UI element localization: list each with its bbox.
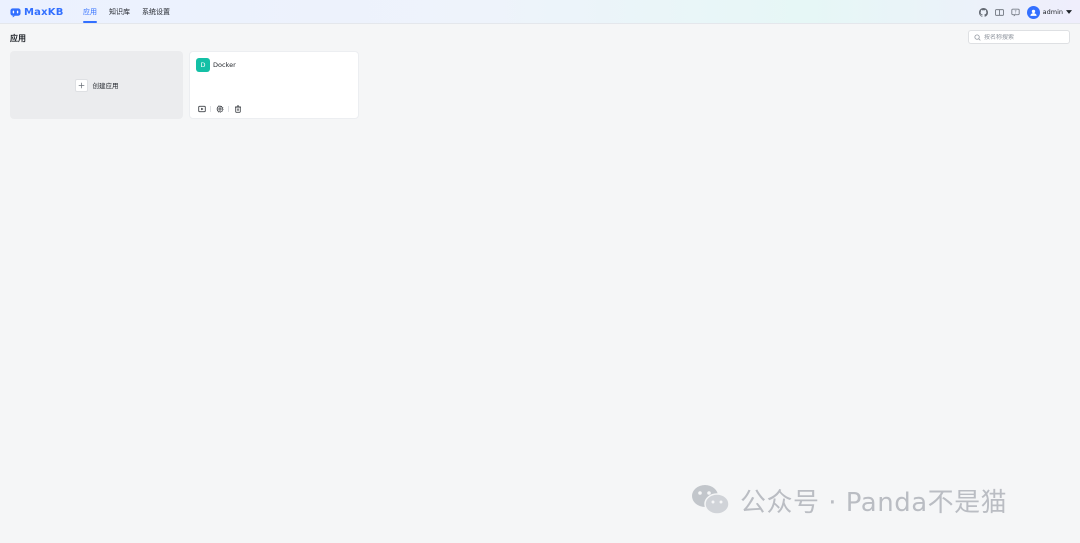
- app-card[interactable]: D Docker: [189, 51, 359, 119]
- action-divider: [210, 105, 211, 112]
- username: admin: [1042, 8, 1063, 16]
- app-avatar: D: [196, 58, 210, 72]
- top-header: MaxKB 应用 知识库 系统设置 ? admin: [0, 0, 1080, 24]
- help-icon[interactable]: ?: [1011, 8, 1020, 17]
- settings-icon[interactable]: [215, 104, 224, 113]
- search-icon: [974, 33, 981, 41]
- app-actions: [197, 104, 242, 113]
- maxkb-logo-icon: [10, 7, 21, 18]
- play-icon[interactable]: [197, 104, 206, 113]
- header-actions: ? admin: [978, 0, 1072, 24]
- logo[interactable]: MaxKB: [10, 5, 64, 19]
- watermark-text: 公众号 · Panda不是猫: [740, 487, 1008, 518]
- svg-text:?: ?: [1014, 9, 1016, 14]
- page-title: 应用: [10, 34, 26, 43]
- github-icon[interactable]: [978, 7, 988, 17]
- user-menu[interactable]: admin: [1026, 5, 1072, 19]
- search-box[interactable]: [968, 30, 1070, 44]
- wechat-icon: [692, 485, 730, 515]
- main-nav: 应用 知识库 系统设置: [83, 0, 170, 24]
- create-app-label: 创建应用: [92, 82, 119, 90]
- create-app-card[interactable]: 创建应用: [10, 51, 183, 119]
- delete-icon[interactable]: [233, 104, 242, 113]
- nav-item-apps[interactable]: 应用: [83, 0, 97, 24]
- plus-icon: [74, 78, 88, 92]
- watermark: 公众号 · Panda不是猫: [690, 482, 1007, 518]
- avatar-icon: [1026, 5, 1040, 19]
- action-divider: [228, 105, 229, 112]
- app-name: Docker: [213, 61, 236, 69]
- book-icon[interactable]: [994, 8, 1004, 17]
- brand-name: MaxKB: [24, 6, 64, 18]
- search-input[interactable]: [984, 33, 1064, 41]
- caret-down-icon: [1066, 10, 1072, 14]
- nav-item-knowledge[interactable]: 知识库: [109, 0, 130, 24]
- nav-item-settings[interactable]: 系统设置: [142, 0, 170, 24]
